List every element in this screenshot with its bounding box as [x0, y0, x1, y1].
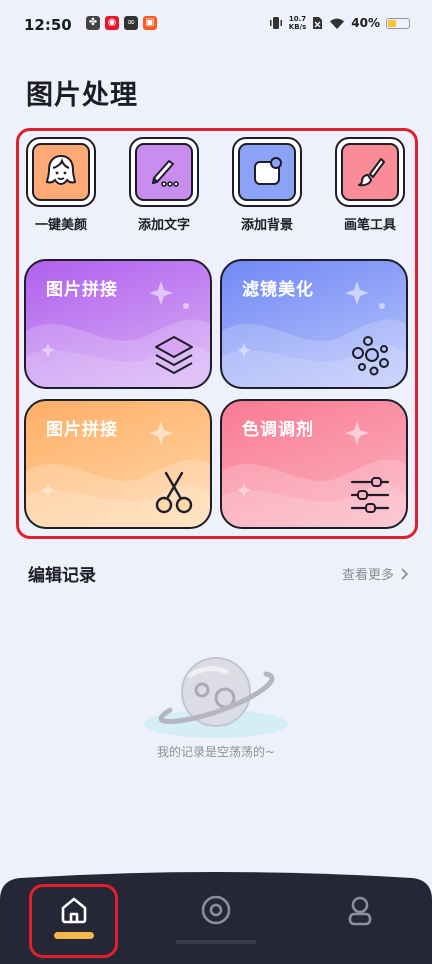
tool-brush[interactable]: 画笔工具: [333, 137, 407, 233]
status-bar: 12:50 ✤ ◉ ∞ ▣ 10.7 KB/s 40%: [0, 0, 432, 52]
battery-percent: 40%: [351, 16, 380, 30]
tool-box: [129, 137, 199, 207]
card-title: 滤镜美化: [242, 280, 314, 300]
sliders-icon: [350, 477, 390, 513]
pen-text-icon: [151, 160, 179, 187]
layers-icon: [155, 336, 193, 374]
card-photo-stitch-2[interactable]: 图片拼接: [24, 399, 212, 529]
see-more-link[interactable]: 查看更多: [342, 564, 408, 583]
see-more-label: 查看更多: [341, 568, 394, 583]
nav-home-highlight-frame: [29, 884, 118, 958]
status-time: 12:50: [24, 16, 72, 34]
battery-icon: [386, 17, 410, 29]
card-title: 图片拼接: [46, 280, 118, 300]
tool-label: 画笔工具: [343, 218, 396, 233]
net-speed-value: 10.7: [288, 15, 307, 23]
net-speed: 10.7 KB/s: [289, 15, 306, 31]
history-title: 编辑记录: [28, 566, 96, 586]
net-speed-unit: KB/s: [288, 23, 307, 31]
card-filter-beautify[interactable]: 滤镜美化: [220, 259, 408, 389]
card-tone-adjust[interactable]: 色调调剂: [220, 399, 408, 529]
notification-icons: ✤ ◉ ∞ ▣: [86, 16, 157, 30]
card-photo-stitch[interactable]: 图片拼接: [24, 259, 212, 389]
tool-box: [232, 137, 302, 207]
red-app-icon: ▣: [143, 16, 157, 30]
face-beauty-icon: [45, 154, 77, 186]
card-title: 图片拼接: [46, 420, 118, 440]
tool-face-beauty[interactable]: 一键美颜: [24, 137, 98, 233]
nav-camera[interactable]: [186, 894, 246, 954]
empty-planet-illustration: [144, 657, 288, 738]
tool-box: [335, 137, 405, 207]
tool-add-text[interactable]: 添加文字: [127, 137, 201, 233]
tool-box: [26, 137, 96, 207]
filter-dots-icon: [352, 336, 389, 376]
tool-label: 添加背景: [240, 218, 293, 233]
scissors-icon: [155, 471, 193, 514]
weibo-icon: ◉: [105, 16, 119, 30]
page-title: 图片处理: [26, 80, 138, 111]
chevron-right-icon: [401, 567, 408, 580]
system-home-indicator: [176, 940, 256, 944]
card-title: 色调调剂: [242, 420, 314, 440]
no-sim-icon: [313, 17, 323, 29]
tool-label: 添加文字: [137, 218, 190, 233]
pinwheel-icon: ✤: [86, 16, 100, 30]
camera-icon: [201, 895, 231, 925]
empty-history-text: 我的记录是空荡荡的~: [156, 745, 276, 759]
brush-icon: [358, 158, 385, 187]
wifi-icon: [330, 18, 345, 29]
status-right: 10.7 KB/s 40%: [269, 15, 410, 31]
profile-icon: [348, 896, 372, 926]
vibrate-icon: [269, 17, 282, 29]
tool-add-background[interactable]: 添加背景: [230, 137, 304, 233]
link-app-icon: ∞: [124, 16, 138, 30]
tool-label: 一键美颜: [34, 218, 87, 233]
background-icon: [254, 157, 282, 185]
nav-profile[interactable]: [330, 894, 390, 954]
